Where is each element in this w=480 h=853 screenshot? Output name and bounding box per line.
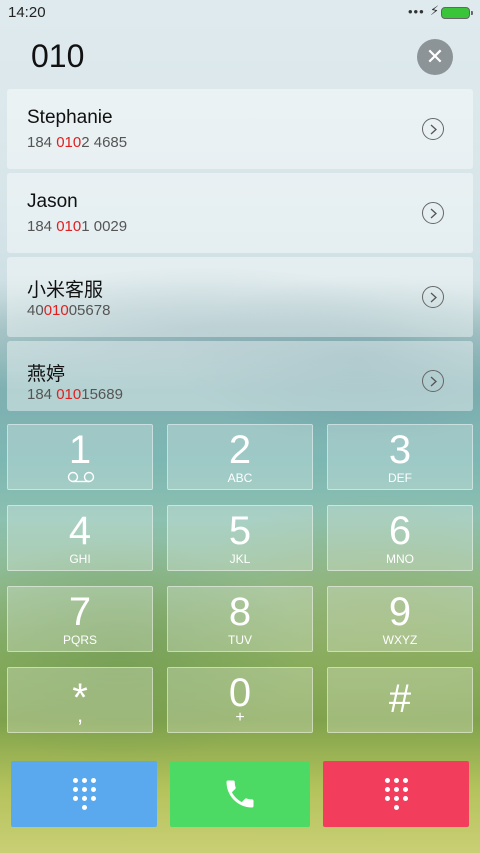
- hide-keypad-button[interactable]: [11, 761, 157, 827]
- contact-name: Jason: [27, 191, 78, 212]
- key-digit: 5: [228, 509, 252, 553]
- contact-results-list: Stephanie 184 0102 4685 Jason 184 0101 0…: [7, 89, 473, 415]
- matched-digits: 010: [56, 134, 82, 151]
- key-letters: +: [235, 709, 245, 726]
- key-digit: 8: [228, 590, 252, 634]
- chevron-right-circle-icon[interactable]: [422, 118, 444, 140]
- chevron-right-circle-icon[interactable]: [422, 202, 444, 224]
- contact-number: 184 0101 0029: [27, 218, 128, 235]
- status-time: 14:20: [8, 4, 46, 21]
- key-letters: ABC: [227, 471, 253, 485]
- matched-digits: 010: [56, 386, 82, 403]
- contact-row[interactable]: 小米客服 4001005678: [7, 257, 473, 337]
- key-letters: TUV: [228, 633, 252, 647]
- key-6[interactable]: 6 MNO: [327, 505, 473, 571]
- key-digit: 2: [228, 428, 252, 472]
- contact-row[interactable]: 燕婷 184 01015689: [7, 341, 473, 411]
- key-5[interactable]: 5 JKL: [167, 505, 313, 571]
- call-button[interactable]: [170, 761, 310, 827]
- key-digit: 7: [68, 590, 92, 634]
- close-icon: ✕: [425, 44, 445, 69]
- key-7[interactable]: 7 PQRS: [7, 586, 153, 652]
- key-letters: MNO: [386, 552, 414, 566]
- contact-row[interactable]: Stephanie 184 0102 4685: [7, 89, 473, 169]
- contact-number: 184 0102 4685: [27, 134, 128, 151]
- key-digit: 3: [388, 428, 412, 472]
- key-digit: 6: [388, 509, 412, 553]
- key-letters: PQRS: [62, 633, 97, 647]
- key-letters: ,: [76, 702, 84, 727]
- key-digit: 1: [68, 428, 92, 472]
- key-8[interactable]: 8 TUV: [167, 586, 313, 652]
- clear-button[interactable]: ✕: [417, 39, 453, 75]
- contact-number: 4001005678: [27, 302, 111, 319]
- key-letters: GHI: [69, 552, 91, 566]
- key-star[interactable]: * ,: [7, 667, 153, 733]
- dialed-number[interactable]: 010: [31, 38, 84, 75]
- contact-name: 小米客服: [27, 280, 104, 301]
- key-hash[interactable]: #: [327, 667, 473, 733]
- key-4[interactable]: 4 GHI: [7, 505, 153, 571]
- key-9[interactable]: 9 WXYZ: [327, 586, 473, 652]
- key-3[interactable]: 3 DEF: [327, 424, 473, 490]
- battery-icon: [441, 7, 473, 19]
- key-1[interactable]: 1: [7, 424, 153, 490]
- matched-digits: 010: [56, 218, 82, 235]
- key-digit: #: [388, 677, 412, 721]
- phone-icon: [226, 780, 254, 808]
- key-letters: DEF: [388, 471, 412, 485]
- key-digit: 4: [68, 509, 92, 553]
- key-2[interactable]: 2 ABC: [167, 424, 313, 490]
- contact-number: 184 01015689: [27, 386, 123, 403]
- key-0[interactable]: 0 +: [167, 667, 313, 733]
- dialpad-icon: [72, 778, 96, 810]
- more-indicator-icon: •••: [408, 4, 425, 19]
- voicemail-icon: [67, 471, 95, 483]
- contact-row[interactable]: Jason 184 0101 0029: [7, 173, 473, 253]
- status-bar: 14:20 ••• ⚡: [0, 0, 480, 26]
- key-letters: WXYZ: [382, 633, 418, 647]
- chevron-right-circle-icon[interactable]: [422, 370, 444, 392]
- chevron-right-circle-icon[interactable]: [422, 286, 444, 308]
- key-letters: JKL: [229, 552, 251, 566]
- charging-icon: ⚡: [430, 3, 440, 18]
- key-digit: 9: [388, 590, 412, 634]
- matched-digits: 010: [43, 302, 69, 319]
- contact-name: Stephanie: [27, 107, 113, 128]
- dialpad-toggle-button[interactable]: [323, 761, 469, 827]
- dialpad-icon: [384, 778, 408, 810]
- contact-name: 燕婷: [27, 364, 66, 385]
